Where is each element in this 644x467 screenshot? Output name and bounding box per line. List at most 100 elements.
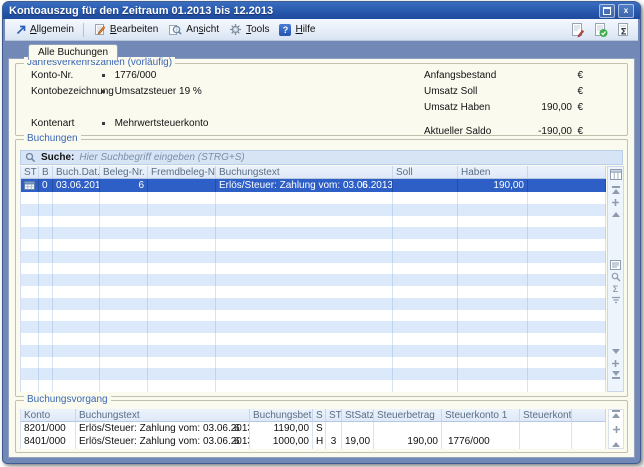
journal-entry-icon: [24, 181, 35, 190]
field-label: Anfangsbestand: [424, 70, 496, 81]
col-header-steuerbetrag[interactable]: Steuerbetrag: [374, 409, 442, 422]
group-jahresverkehrszahlen: Jahresverkehrszahlen (vorläufig) Konto-N…: [15, 63, 628, 136]
cell-konto: 8201/000: [21, 422, 76, 435]
col-header-fremdbeleg-nr[interactable]: Fremdbeleg-Nr.: [148, 166, 216, 179]
col-header-buchungstext[interactable]: Buchungstext: [216, 166, 393, 179]
vorgang-row[interactable]: 8201/000 Erlös/Steuer: Zahlung vom: 03.0…: [21, 422, 606, 435]
menu-allgemein[interactable]: Allgemein: [11, 22, 79, 37]
field-value: Umsatzsteuer 19 %: [115, 86, 202, 97]
field-value: 190,00: [482, 101, 572, 114]
cell-filler: [572, 422, 606, 435]
cell-stsatz: [342, 422, 374, 435]
column-chooser-icon[interactable]: [610, 168, 622, 180]
scroll-last-icon[interactable]: [612, 369, 620, 381]
col-header-filler: [572, 409, 606, 422]
cell-soll: [393, 179, 458, 192]
empty-row: [21, 286, 606, 298]
col-header-st[interactable]: ST: [326, 409, 342, 422]
window-title: Kontoauszug für den Zeitraum 01.2013 bis…: [9, 5, 273, 17]
cell-steuerkonto-1: [442, 422, 520, 435]
cell-st: [326, 422, 342, 435]
scroll-first-icon[interactable]: [612, 184, 620, 196]
col-header-steuerkonto-2[interactable]: Steuerkonto 2: [520, 409, 572, 422]
cell-steuerkonto-2: [520, 435, 572, 448]
tab-alle-buchungen[interactable]: Alle Buchungen: [28, 44, 118, 60]
title-bar[interactable]: Kontoauszug für den Zeitraum 01.2013 bis…: [3, 2, 640, 19]
append-row-icon[interactable]: [611, 357, 620, 369]
menu-bearbeiten[interactable]: Bearbeiten: [88, 21, 163, 38]
col-header-buchungstext[interactable]: Buchungstext: [76, 409, 250, 422]
search-input[interactable]: [79, 152, 618, 163]
cell-haben: 190,00: [458, 179, 528, 192]
field-konto-nr: Konto-Nr. 1776/000: [31, 69, 156, 82]
empty-row: [21, 345, 606, 357]
cell-buchungstext: Erlös/Steuer: Zahlung vom: 03.06.2013/ B…: [76, 435, 250, 448]
field-label: Umsatz Haben: [424, 102, 490, 113]
booking-row-selected[interactable]: 0 03.06.2013 6 Erlös/Steuer: Zahlung vom…: [21, 179, 606, 192]
empty-row: [21, 251, 606, 263]
col-header-buch-dat[interactable]: Buch.Dat.: [53, 166, 100, 179]
empty-row: [21, 227, 606, 239]
svg-text:Σ: Σ: [621, 27, 627, 37]
scroll-up-icon[interactable]: [612, 208, 620, 220]
group-title: Buchungen: [24, 133, 81, 145]
cell-s: H: [313, 435, 326, 448]
empty-row: [21, 357, 606, 369]
buchungsvorgang-table-header: Konto Buchungstext Buchungsbetrag S ST S…: [21, 409, 606, 422]
menu-ansicht[interactable]: Ansicht: [163, 21, 224, 38]
beleg-ref: 6: [362, 179, 368, 192]
filter-icon[interactable]: [611, 295, 621, 307]
beleg-ref: 6: [234, 422, 240, 435]
col-header-filler: [528, 166, 606, 179]
content-area: Alle Buchungen Jahresverkehrszahlen (vor…: [6, 41, 637, 460]
menu-label: Ansicht: [186, 24, 219, 35]
insert-row-icon[interactable]: [611, 196, 620, 208]
list-view-icon[interactable]: [610, 259, 621, 271]
search-icon: [25, 152, 36, 163]
menu-hilfe[interactable]: ? Hilfe: [274, 22, 320, 38]
confirm-document-button[interactable]: [592, 21, 609, 38]
col-header-s[interactable]: S: [313, 409, 326, 422]
restore-window-button[interactable]: [599, 4, 615, 18]
search-row-icon[interactable]: [611, 271, 621, 283]
cell-steuerkonto-1: 1776/000: [442, 435, 520, 448]
field-value: 1776/000: [115, 70, 157, 81]
vorgang-row[interactable]: 8401/000 Erlös/Steuer: Zahlung vom: 03.0…: [21, 435, 606, 448]
toolbar: Allgemein Bearbeiten Ansicht Tools ? Hil…: [5, 19, 638, 41]
sum-document-button[interactable]: Σ: [615, 21, 632, 38]
search-label: Suche:: [41, 152, 74, 163]
cell-buchungstext: Erlös/Steuer: Zahlung vom: 03.06.2013/ B…: [76, 422, 250, 435]
col-header-b[interactable]: B: [39, 166, 53, 179]
append-row-icon[interactable]: [612, 425, 621, 434]
col-header-beleg-nr[interactable]: Beleg-Nr.: [100, 166, 148, 179]
cell-buch-dat: 03.06.2013: [53, 179, 100, 192]
menu-tools[interactable]: Tools: [224, 21, 274, 38]
beleg-ref: 6: [234, 435, 240, 448]
search-bar[interactable]: Suche:: [20, 150, 623, 165]
cell-st: [21, 179, 39, 192]
scroll-up-icon[interactable]: [612, 441, 620, 448]
scroll-first-icon[interactable]: [612, 410, 620, 418]
col-header-stsatz[interactable]: StSatz: [342, 409, 374, 422]
col-header-konto[interactable]: Konto: [21, 409, 76, 422]
export-document-button[interactable]: [569, 21, 586, 38]
toolbar-separator: [83, 23, 84, 37]
menu-label: Allgemein: [30, 24, 74, 35]
col-header-haben[interactable]: Haben: [458, 166, 528, 179]
field-bullet-icon: [102, 74, 105, 77]
restore-icon: [603, 7, 611, 15]
field-label: Konto-Nr.: [31, 69, 99, 82]
col-header-soll[interactable]: Soll: [393, 166, 458, 179]
currency-symbol: €: [577, 85, 583, 98]
col-header-steuerkonto-1[interactable]: Steuerkonto 1: [442, 409, 520, 422]
sum-icon[interactable]: Σ: [613, 283, 618, 295]
col-header-buchungsbetrag[interactable]: Buchungsbetrag: [250, 409, 313, 422]
buchungsvorgang-table: Konto Buchungstext Buchungsbetrag S ST S…: [20, 409, 606, 449]
col-header-st[interactable]: ST: [21, 166, 39, 179]
scroll-down-icon[interactable]: [612, 345, 620, 357]
document-sum-icon: Σ: [616, 22, 631, 38]
close-window-button[interactable]: x: [618, 4, 634, 18]
field-value: Mehrwertsteuerkonto: [115, 118, 209, 129]
cell-buchungstext: Erlös/Steuer: Zahlung vom: 03.06.2013/ B…: [216, 179, 393, 192]
field-umsatz-haben: Umsatz Haben 190,00 €: [424, 101, 627, 114]
